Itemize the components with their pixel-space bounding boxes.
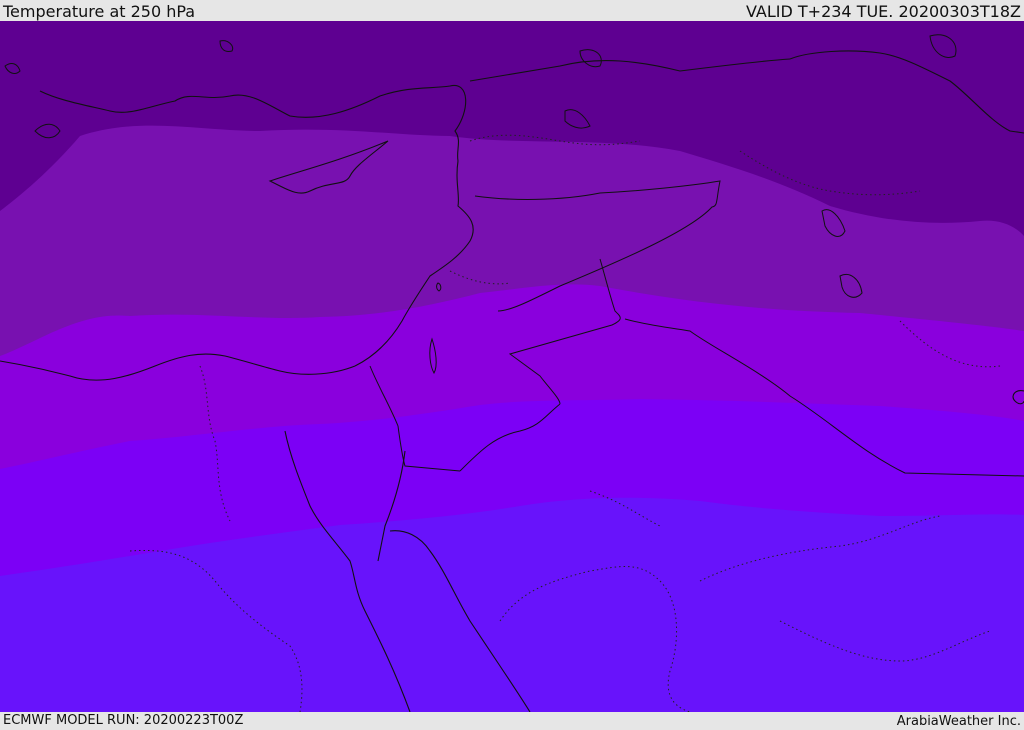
valid-time: VALID T+234 TUE. 20200303T18Z: [745, 2, 1021, 21]
credit: ArabiaWeather Inc.: [896, 714, 1021, 729]
footer-bar: ECMWF MODEL RUN: 20200223T00Z ArabiaWeat…: [0, 712, 1024, 729]
weather-map[interactable]: [0, 21, 1024, 712]
header-bar: Temperature at 250 hPa VALID T+234 TUE. …: [0, 0, 1024, 21]
model-run: ECMWF MODEL RUN: 20200223T00Z: [3, 713, 244, 728]
map-title: Temperature at 250 hPa: [3, 2, 196, 21]
